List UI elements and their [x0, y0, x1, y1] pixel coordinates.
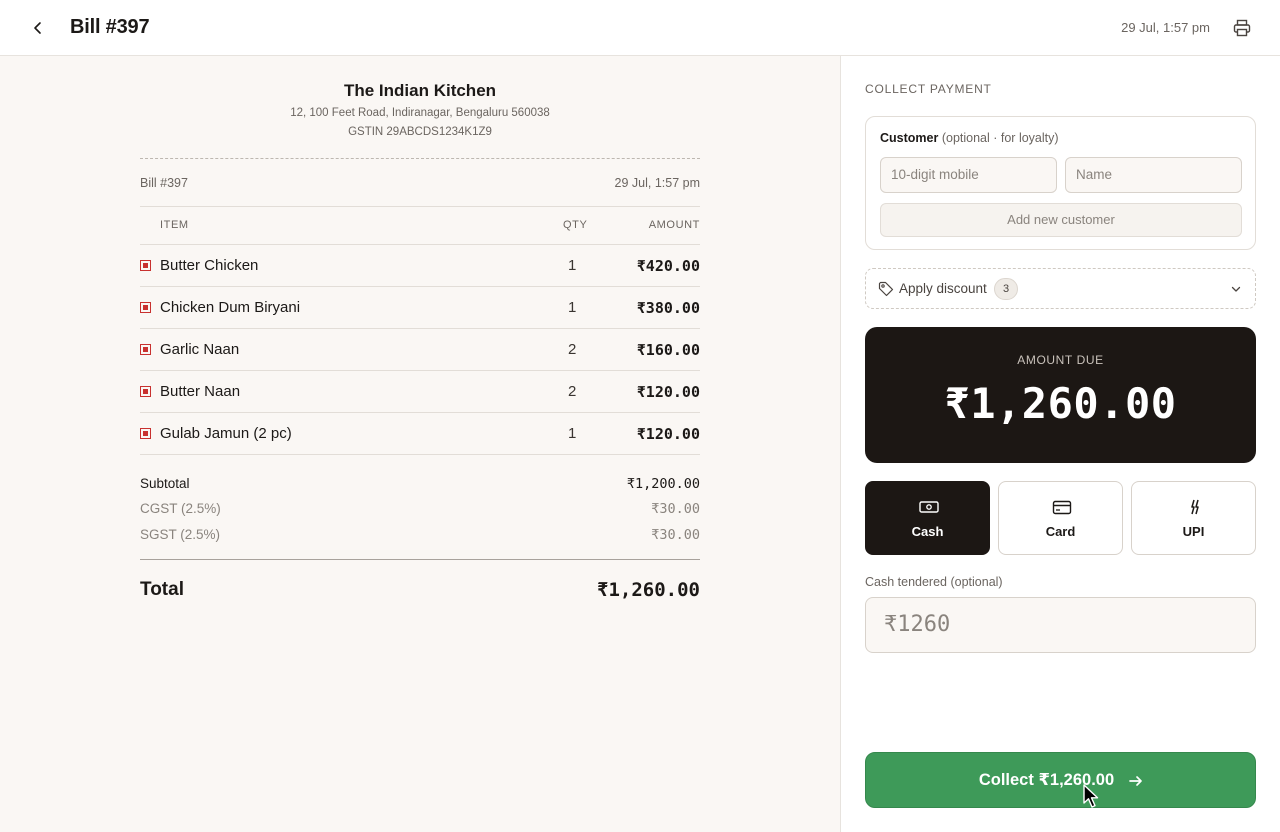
customer-label: Customer	[880, 131, 939, 145]
collect-payment-button[interactable]: Collect ₹1,260.00	[865, 752, 1256, 808]
subtotal-label: Subtotal	[140, 476, 190, 491]
header-datetime: 29 Jul, 1:57 pm	[1121, 20, 1210, 35]
total-label: Total	[140, 579, 184, 600]
divider	[140, 206, 700, 207]
name-input[interactable]: Name	[1065, 157, 1242, 193]
chevron-down-icon	[1231, 286, 1241, 292]
divider	[140, 559, 700, 560]
non-veg-indicator-icon	[140, 260, 151, 271]
discount-count-badge: 3	[994, 278, 1018, 300]
line-item-amount: ₹120.00	[636, 425, 700, 443]
sgst-label: SGST (2.5%)	[140, 527, 221, 542]
column-header-amount: AMOUNT	[648, 219, 700, 231]
amount-due-card: AMOUNT DUE ₹1,260.00	[865, 327, 1256, 463]
cash-icon	[919, 501, 939, 513]
arrow-right-icon	[1129, 776, 1142, 786]
cgst-value: ₹30.00	[651, 501, 700, 517]
receipt-date: 29 Jul, 1:57 pm	[614, 176, 700, 190]
top-bar: Bill #397 29 Jul, 1:57 pm	[0, 0, 1280, 56]
receipt-bill-number: Bill #397	[140, 176, 188, 190]
non-veg-indicator-icon	[140, 386, 151, 397]
add-new-customer-button[interactable]: Add new customer	[880, 203, 1242, 237]
payment-panel: COLLECT PAYMENT Customer (optional · for…	[840, 56, 1280, 832]
non-veg-indicator-icon	[140, 302, 151, 313]
payment-method-upi[interactable]: UPI	[1131, 481, 1256, 555]
payment-method-label: Card	[1045, 524, 1076, 539]
payment-method-card[interactable]: Card	[998, 481, 1123, 555]
restaurant-address: 12, 100 Feet Road, Indiranagar, Bengalur…	[290, 107, 550, 119]
line-item-name: Chicken Dum Biryani	[160, 299, 301, 316]
column-header-item: ITEM	[160, 219, 189, 231]
amount-due-label: AMOUNT DUE	[1017, 353, 1104, 367]
line-item-name: Gulab Jamun (2 pc)	[160, 425, 292, 442]
line-item-qty: 2	[568, 383, 577, 400]
non-veg-indicator-icon	[140, 428, 151, 439]
line-item-name: Butter Naan	[160, 383, 241, 400]
upi-icon	[1191, 499, 1199, 515]
line-item-row: Garlic Naan 2 ₹160.00	[140, 329, 700, 371]
line-item-row: Butter Chicken 1 ₹420.00	[140, 245, 700, 287]
divider	[140, 158, 700, 159]
payment-method-cash[interactable]: Cash	[865, 481, 990, 555]
collect-payment-heading: COLLECT PAYMENT	[865, 82, 992, 96]
customer-card: Customer (optional · for loyalty) 10-dig…	[865, 116, 1256, 250]
amount-due-value: ₹1,260.00	[944, 379, 1177, 428]
line-item-qty: 1	[568, 257, 577, 274]
collect-button-label: Collect ₹1,260.00	[978, 771, 1115, 789]
line-item-amount: ₹120.00	[636, 383, 700, 401]
mouse-cursor-icon	[1083, 784, 1099, 808]
cash-tendered-label: Cash tendered (optional)	[865, 575, 1003, 589]
sgst-value: ₹30.00	[651, 527, 700, 543]
payment-method-label: Cash	[911, 524, 944, 539]
payment-method-label: UPI	[1182, 524, 1205, 539]
line-item-row: Gulab Jamun (2 pc) 1 ₹120.00	[140, 413, 700, 455]
apply-discount-dropdown[interactable]: Apply discount 3	[865, 268, 1256, 309]
cgst-label: CGST (2.5%)	[140, 501, 221, 516]
line-item-amount: ₹420.00	[636, 257, 700, 275]
column-header-qty: QTY	[563, 219, 588, 231]
line-item-qty: 2	[568, 341, 577, 358]
printer-icon	[1233, 19, 1251, 37]
line-item-row: Chicken Dum Biryani 1 ₹380.00	[140, 287, 700, 329]
subtotal-value: ₹1,200.00	[626, 476, 700, 492]
mobile-input[interactable]: 10-digit mobile	[880, 157, 1057, 193]
receipt-panel: The Indian Kitchen 12, 100 Feet Road, In…	[0, 56, 840, 832]
back-button[interactable]	[24, 14, 52, 42]
total-value: ₹1,260.00	[597, 579, 700, 601]
customer-title: Customer (optional · for loyalty)	[880, 131, 1059, 145]
line-item-name: Garlic Naan	[160, 341, 240, 358]
restaurant-gstin: GSTIN 29ABCDS1234K1Z9	[348, 126, 492, 138]
line-item-name: Butter Chicken	[160, 257, 259, 274]
tag-icon	[878, 281, 894, 297]
line-item-row: Butter Naan 2 ₹120.00	[140, 371, 700, 413]
restaurant-name: The Indian Kitchen	[343, 81, 497, 100]
line-item-amount: ₹380.00	[636, 299, 700, 317]
customer-hint: (optional · for loyalty)	[941, 131, 1059, 145]
print-button[interactable]	[1230, 16, 1254, 40]
chevron-left-icon	[34, 22, 41, 34]
apply-discount-label: Apply discount	[899, 281, 987, 296]
line-item-qty: 1	[568, 425, 577, 442]
line-item-amount: ₹160.00	[636, 341, 700, 359]
line-item-qty: 1	[568, 299, 577, 316]
credit-card-icon	[1052, 500, 1072, 515]
cash-tendered-input[interactable]: ₹1260	[865, 597, 1256, 653]
page-title: Bill #397	[70, 16, 150, 38]
non-veg-indicator-icon	[140, 344, 151, 355]
